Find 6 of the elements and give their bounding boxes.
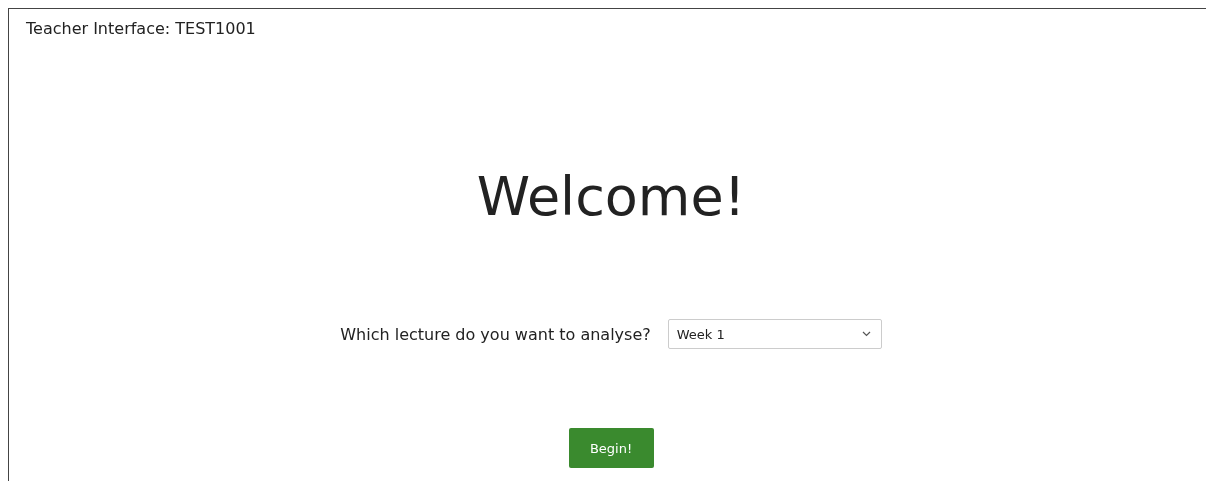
lecture-select[interactable]: Week 1 — [667, 319, 882, 349]
chevron-down-icon — [861, 331, 871, 337]
page-title: Teacher Interface: TEST1001 — [25, 18, 257, 40]
welcome-heading: Welcome! — [476, 167, 746, 227]
begin-button[interactable]: Begin! — [568, 428, 654, 468]
lecture-label: Which lecture do you want to analyse? — [340, 324, 651, 344]
